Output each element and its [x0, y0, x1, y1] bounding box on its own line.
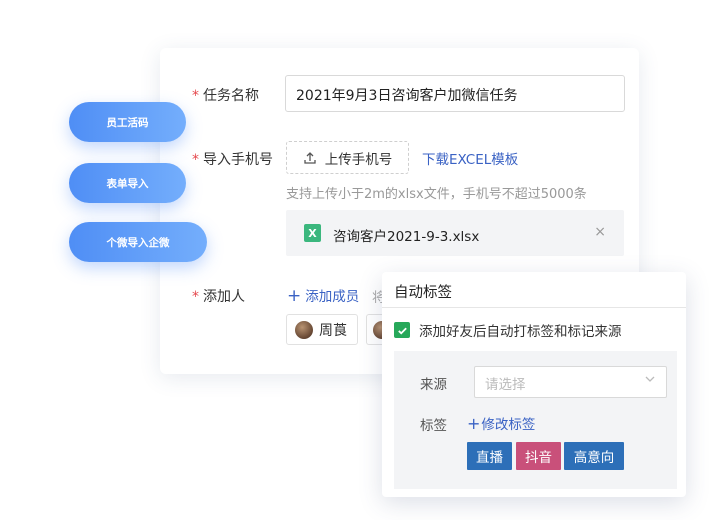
source-select[interactable]: 请选择 [474, 366, 667, 398]
employee-qrcode-pill[interactable]: 员工活码 [69, 102, 186, 142]
required-star: * [192, 88, 199, 104]
required-star: * [192, 289, 199, 305]
auto-tag-panel: 自动标签 添加好友后自动打标签和标记来源 来源 请选择 标签 +修改标签 直播 … [382, 272, 686, 497]
excel-file-icon: X [304, 224, 321, 242]
checkbox-label: 添加好友后自动打标签和标记来源 [419, 324, 622, 340]
add-member-button[interactable]: + 添加成员 [287, 285, 359, 306]
tag-label: 标签 [420, 418, 447, 434]
check-icon [397, 327, 407, 335]
tag-settings-area: 来源 请选择 标签 +修改标签 直播 抖音 高意向 [394, 351, 677, 489]
upload-icon [304, 151, 316, 164]
required-star: * [192, 152, 199, 168]
plus-icon: + [287, 286, 302, 306]
personal-wechat-import-pill[interactable]: 个微导入企微 [69, 222, 207, 262]
upload-hint: 支持上传小于2m的xlsx文件，手机号不超过5000条 [286, 187, 587, 202]
task-name-label: * 任务名称 [192, 88, 259, 104]
source-label: 来源 [420, 377, 447, 393]
upload-phone-button[interactable]: 上传手机号 [286, 141, 409, 174]
upload-button-label: 上传手机号 [324, 151, 393, 168]
member-tag[interactable]: 周莨 [286, 314, 358, 345]
source-placeholder: 请选择 [485, 377, 526, 393]
file-name: 咨询客户2021-9-3.xlsx [333, 229, 480, 245]
member-name: 周莨 [319, 322, 347, 339]
chevron-down-icon [645, 376, 655, 382]
checkbox[interactable] [394, 322, 410, 338]
tag-chip[interactable]: 抖音 [516, 442, 561, 470]
adder-label: * 添加人 [192, 289, 245, 305]
form-import-pill[interactable]: 表单导入 [69, 163, 186, 203]
edit-tag-button[interactable]: +修改标签 [467, 413, 535, 433]
plus-icon: + [467, 414, 481, 433]
task-name-input[interactable]: 2021年9月3日咨询客户加微信任务 [285, 75, 625, 112]
close-icon[interactable]: × [594, 224, 606, 240]
download-template-link[interactable]: 下载EXCEL模板 [422, 148, 518, 168]
tag-chip[interactable]: 直播 [467, 442, 512, 470]
tag-chip[interactable]: 高意向 [564, 442, 624, 470]
avatar [295, 320, 313, 339]
import-phone-label: * 导入手机号 [192, 152, 273, 168]
auto-tag-checkbox-row[interactable]: 添加好友后自动打标签和标记来源 [394, 320, 622, 340]
uploaded-file-item: X 咨询客户2021-9-3.xlsx × [286, 210, 624, 256]
panel-title: 自动标签 [382, 272, 686, 308]
